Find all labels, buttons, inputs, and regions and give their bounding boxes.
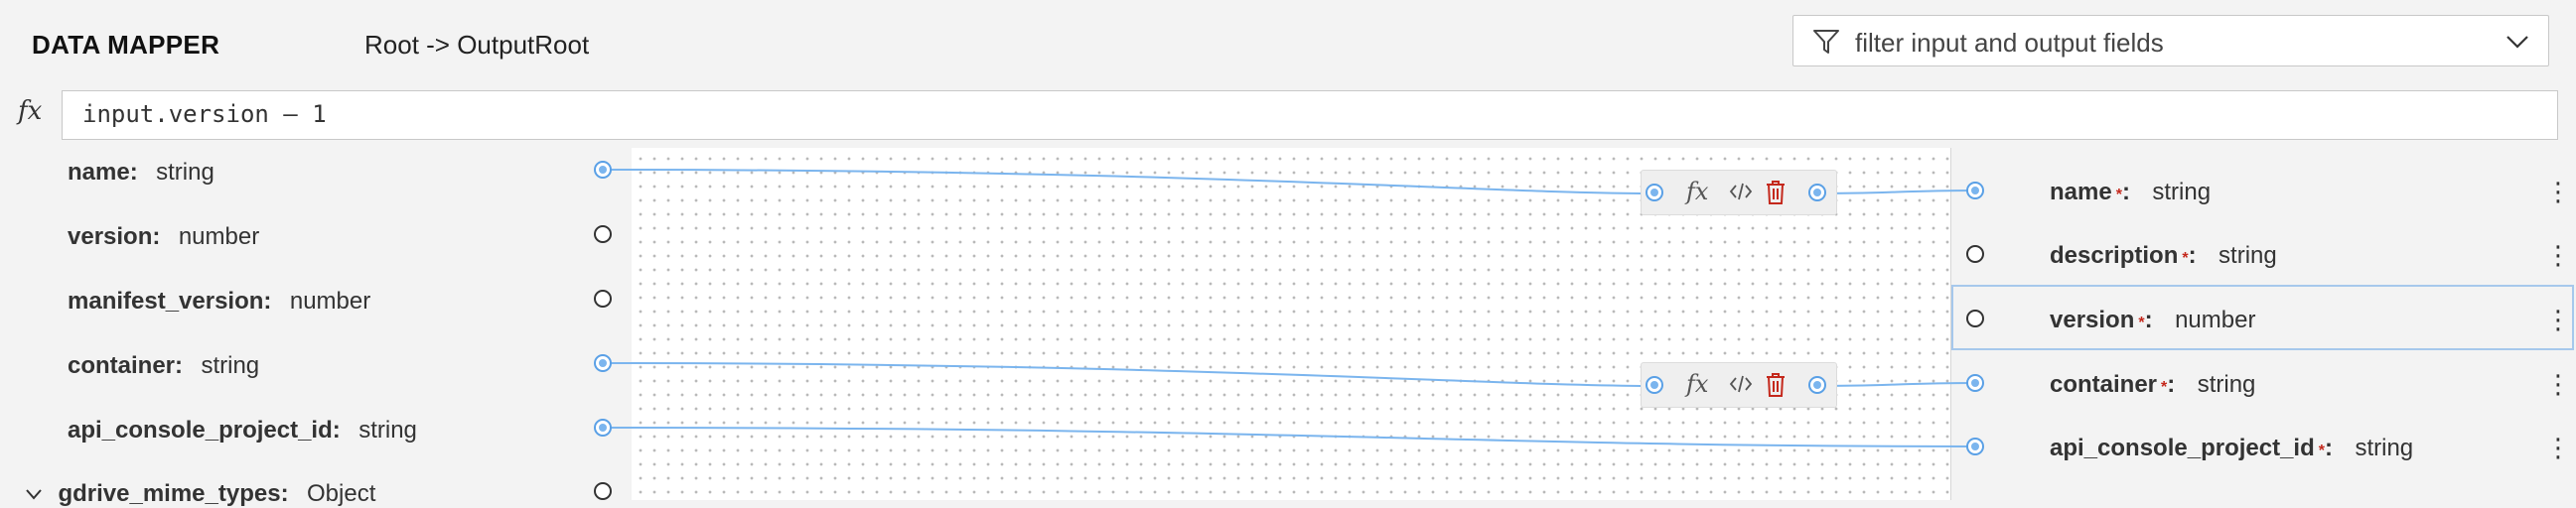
field-name: version <box>2050 307 2135 333</box>
output-field-name[interactable]: name *: string <box>2050 179 2211 206</box>
field-type: number <box>2175 307 2256 333</box>
filter-dropdown[interactable]: filter input and output fields <box>1792 15 2549 66</box>
input-field-gdrive-mime-types[interactable]: gdrive_mime_types: Object <box>24 480 375 508</box>
kebab-menu-icon[interactable]: ⋮ <box>2545 371 2571 397</box>
field-colon: : <box>2121 179 2130 205</box>
link-toolbar-container: fx <box>1641 362 1837 408</box>
field-name: name <box>2050 179 2112 205</box>
output-port-description[interactable] <box>1966 245 1984 263</box>
field-name: name: <box>68 159 138 186</box>
delete-icon[interactable] <box>1765 180 1787 205</box>
field-name: description <box>2050 242 2179 269</box>
field-type: string <box>2355 435 2414 461</box>
field-colon: : <box>2325 435 2333 461</box>
expression-bar: fx input.version – 1 <box>0 86 2576 146</box>
fx-icon: fx <box>18 96 43 126</box>
kebab-menu-icon[interactable]: ⋮ <box>2545 435 2571 460</box>
input-port-gdrive-mime-types[interactable] <box>594 482 612 500</box>
output-port-container[interactable] <box>1966 374 1984 392</box>
field-type: string <box>2218 242 2277 269</box>
field-colon: : <box>2188 242 2197 269</box>
breadcrumb[interactable]: Root -> OutputRoot <box>364 30 589 61</box>
output-field-container[interactable]: container *: string <box>2050 371 2255 399</box>
field-type: Object <box>307 480 376 507</box>
field-type: string <box>201 352 260 379</box>
expression-icon[interactable]: fx <box>1686 370 1708 398</box>
data-mapper-header: DATA MAPPER Root -> OutputRoot filter in… <box>0 0 2576 85</box>
delete-icon[interactable] <box>1765 372 1787 398</box>
link-port-out[interactable] <box>1808 184 1826 201</box>
field-type: string <box>156 159 215 186</box>
link-toolbar-name: fx <box>1641 170 1837 215</box>
expression-input[interactable]: input.version – 1 <box>62 90 2558 140</box>
input-port-api-console-project-id[interactable] <box>594 419 612 437</box>
output-port-api-console-project-id[interactable] <box>1966 438 1984 455</box>
field-type: string <box>2197 371 2256 398</box>
field-colon: : <box>2167 371 2176 398</box>
field-name: api_console_project_id <box>2050 435 2315 461</box>
field-colon: : <box>2144 307 2153 333</box>
output-port-name[interactable] <box>1966 182 1984 199</box>
chevron-down-icon[interactable] <box>24 487 44 501</box>
input-field-version[interactable]: version: number <box>68 223 259 251</box>
input-panel <box>5 148 631 500</box>
input-port-version[interactable] <box>594 225 612 243</box>
input-field-container[interactable]: container: string <box>68 352 259 380</box>
kebab-menu-icon[interactable]: ⋮ <box>2545 179 2571 204</box>
input-field-manifest-version[interactable]: manifest_version: number <box>68 288 370 316</box>
field-name: gdrive_mime_types: <box>58 480 289 507</box>
field-name: container <box>2050 371 2158 398</box>
field-name: api_console_project_id: <box>68 417 341 444</box>
field-name: manifest_version: <box>68 288 272 315</box>
output-field-description[interactable]: description *: string <box>2050 242 2277 270</box>
filter-icon <box>1813 30 1839 54</box>
input-field-api-console-project-id[interactable]: api_console_project_id: string <box>68 417 417 444</box>
code-icon[interactable] <box>1729 373 1753 395</box>
input-port-manifest-version[interactable] <box>594 290 612 308</box>
link-port-in[interactable] <box>1646 376 1663 394</box>
link-port-out[interactable] <box>1808 376 1826 394</box>
code-icon[interactable] <box>1729 181 1753 202</box>
chevron-down-icon[interactable] <box>2504 32 2530 52</box>
field-name: container: <box>68 352 184 379</box>
link-port-in[interactable] <box>1646 184 1663 201</box>
app-title: DATA MAPPER <box>32 30 220 60</box>
filter-input[interactable]: filter input and output fields <box>1855 28 2164 59</box>
input-port-name[interactable] <box>594 161 612 179</box>
kebab-menu-icon[interactable]: ⋮ <box>2545 307 2571 332</box>
field-name: version: <box>68 223 161 250</box>
input-port-container[interactable] <box>594 354 612 372</box>
field-type: number <box>178 223 260 250</box>
output-port-version[interactable] <box>1966 310 1984 327</box>
expression-icon[interactable]: fx <box>1686 178 1708 205</box>
field-type: number <box>289 288 371 315</box>
field-type: string <box>2152 179 2212 205</box>
output-field-api-console-project-id[interactable]: api_console_project_id *: string <box>2050 435 2413 462</box>
field-type: string <box>358 417 417 444</box>
kebab-menu-icon[interactable]: ⋮ <box>2545 242 2571 268</box>
input-field-name[interactable]: name: string <box>68 159 215 187</box>
selected-row-highlight <box>1951 285 2574 350</box>
output-field-version[interactable]: version *: number <box>2050 307 2255 334</box>
